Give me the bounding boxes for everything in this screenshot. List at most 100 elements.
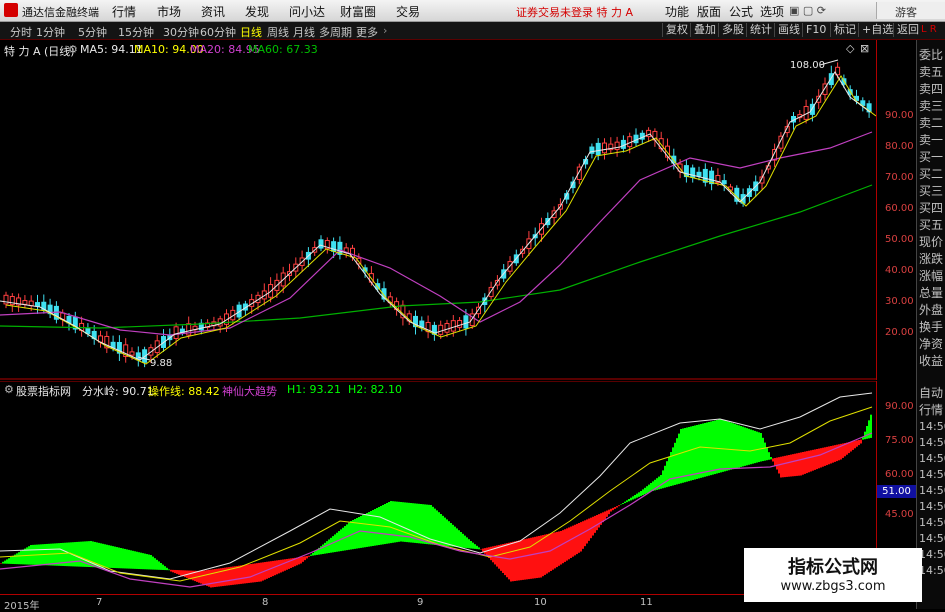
- histogram-bar: [112, 546, 114, 568]
- back-button[interactable]: 返回: [893, 23, 922, 37]
- tab-daily[interactable]: 日线: [240, 24, 262, 40]
- histogram-bar: [640, 491, 642, 496]
- histogram-bar: [516, 540, 518, 581]
- histogram-bar: [830, 446, 832, 464]
- menu-layout[interactable]: 版面: [697, 3, 721, 20]
- tab-15min[interactable]: 15分钟: [118, 24, 154, 40]
- tab-5min[interactable]: 5分钟: [78, 24, 107, 40]
- menubar-icons[interactable]: ▣ ▢ ⟳: [789, 4, 826, 17]
- histogram-bar: [114, 546, 116, 569]
- trend-legend: 神仙大趋势: [222, 385, 277, 398]
- histogram-bar: [306, 556, 308, 559]
- candle-body: [463, 315, 469, 329]
- tab-weekly[interactable]: 周线: [267, 24, 289, 40]
- side-header[interactable]: L R: [921, 24, 937, 35]
- histogram-bar: [766, 447, 768, 461]
- tab-more[interactable]: 更多: [356, 24, 378, 40]
- histogram-bar: [102, 543, 104, 568]
- multi-stock-button[interactable]: 多股: [718, 23, 747, 37]
- histogram-bar: [744, 427, 746, 466]
- histogram-bar: [476, 545, 478, 550]
- menu-quotes[interactable]: 行情: [112, 3, 136, 20]
- histogram-bar: [780, 456, 782, 478]
- side-item-bid5: 买五: [919, 218, 944, 232]
- menu-market[interactable]: 市场: [157, 3, 181, 20]
- histogram-bar: [858, 440, 860, 446]
- histogram-bar: [0, 563, 2, 564]
- mark-button[interactable]: 标记: [830, 23, 859, 37]
- side-item-ask5: 卖五: [919, 65, 944, 79]
- histogram-bar: [152, 556, 154, 570]
- histogram-bar: [246, 564, 248, 584]
- login-notice[interactable]: 证券交易未登录 特 力 A: [516, 4, 633, 20]
- histogram-bar: [598, 514, 600, 528]
- histogram-bar: [446, 519, 448, 547]
- more-chevron-icon[interactable]: ›: [383, 24, 387, 37]
- tab-multi-period[interactable]: 多周期: [319, 24, 352, 40]
- histogram-bar: [614, 507, 616, 509]
- menu-formula[interactable]: 公式: [729, 3, 753, 20]
- histogram-bar: [626, 500, 628, 503]
- menu-options[interactable]: 选项: [760, 3, 784, 20]
- histogram-bar: [142, 553, 144, 570]
- settings-gear-icon[interactable]: ⚙: [68, 43, 78, 56]
- side-item-quotes[interactable]: 行情: [919, 401, 945, 418]
- histogram-bar: [524, 539, 526, 580]
- tab-30min[interactable]: 30分钟: [163, 24, 199, 40]
- kline-chart-svg[interactable]: 108.00 9.88: [0, 40, 876, 380]
- histogram-bar: [644, 487, 646, 495]
- kline-chart-panel[interactable]: 108.00 9.88 特 力 A (日线) ⚙ MA5: 94.11 MA10…: [0, 40, 876, 380]
- menu-trade[interactable]: 交易: [396, 3, 420, 20]
- add-watchlist-button[interactable]: +自选: [858, 23, 896, 37]
- histogram-bar: [138, 552, 140, 570]
- quote-side-panel[interactable]: L R 委比 卖五 卖四 卖三 卖二 卖一 买一 买二 买三 买四 买五 现价 …: [916, 24, 945, 609]
- histogram-bar: [618, 505, 620, 507]
- panel-close-icon[interactable]: ⊠: [860, 42, 869, 55]
- histogram-bar: [764, 442, 766, 461]
- histogram-bar: [322, 544, 324, 554]
- overlay-button[interactable]: 叠加: [690, 23, 719, 37]
- tab-fenshi[interactable]: 分时: [10, 24, 32, 40]
- histogram-bar: [166, 567, 168, 571]
- panel-settings-icon[interactable]: ◇: [846, 42, 854, 55]
- histogram-bar: [422, 504, 424, 544]
- histogram-bar: [554, 532, 556, 569]
- histogram-bar: [848, 442, 850, 454]
- tab-60min[interactable]: 60分钟: [200, 24, 236, 40]
- menu-ask[interactable]: 问小达: [289, 3, 325, 20]
- menu-wealth[interactable]: 财富圈: [340, 3, 376, 20]
- histogram-bar: [692, 426, 694, 481]
- histogram-bar: [4, 560, 6, 564]
- tab-1min[interactable]: 1分钟: [36, 24, 65, 40]
- histogram-bar: [648, 484, 650, 493]
- date-tick: 2015年: [4, 601, 40, 612]
- histogram-bar: [776, 457, 778, 470]
- menu-discover[interactable]: 发现: [245, 3, 269, 20]
- guest-area[interactable]: 游客: [876, 2, 945, 19]
- menu-news[interactable]: 资讯: [201, 3, 225, 20]
- histogram-bar: [254, 563, 256, 583]
- histogram-bar: [164, 566, 166, 571]
- histogram-bar: [284, 559, 286, 571]
- histogram-bar: [580, 522, 582, 552]
- tab-monthly[interactable]: 月线: [293, 24, 315, 40]
- side-item-ask4: 卖四: [919, 82, 944, 96]
- menu-function[interactable]: 功能: [665, 3, 689, 20]
- histogram-bar: [698, 424, 700, 479]
- side-item-auto[interactable]: 自动: [919, 384, 945, 401]
- histogram-bar: [176, 570, 178, 574]
- histogram-bar: [256, 563, 258, 582]
- histogram-bar: [782, 456, 784, 478]
- histogram-bar: [82, 541, 84, 567]
- adjust-button[interactable]: 复权: [662, 23, 691, 37]
- histogram-bar: [860, 439, 862, 444]
- f10-button[interactable]: F10: [802, 23, 829, 37]
- histogram-bar: [302, 556, 304, 562]
- indicator-gear-icon[interactable]: ⚙: [4, 383, 14, 396]
- period-toolbar: 分时 1分钟 5分钟 15分钟 30分钟 60分钟 日线 周线 月线 多周期 更…: [0, 22, 945, 40]
- draw-button[interactable]: 画线: [774, 23, 803, 37]
- date-tick: 10: [534, 597, 547, 608]
- candle-body: [602, 142, 607, 154]
- histogram-bar: [304, 556, 306, 561]
- stats-button[interactable]: 统计: [746, 23, 775, 37]
